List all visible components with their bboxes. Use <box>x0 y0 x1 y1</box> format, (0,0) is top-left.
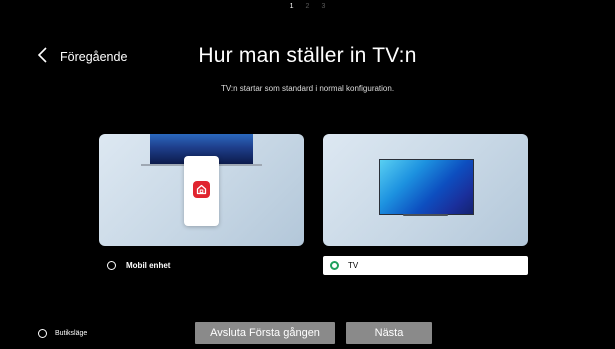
mobile-option-card[interactable] <box>99 134 304 246</box>
mobile-option-label: Mobil enhet <box>126 261 171 270</box>
tv-option-card[interactable] <box>323 134 528 246</box>
mobile-option-radio[interactable]: Mobil enhet <box>99 256 304 275</box>
step-2: 2 <box>305 3 310 10</box>
tv-stand <box>403 214 448 216</box>
step-indicator: 1 2 3 <box>0 3 615 19</box>
next-button[interactable]: Nästa <box>346 322 432 344</box>
radio-selected-icon <box>330 261 339 270</box>
lg-thinq-home-icon <box>193 181 210 198</box>
page-title: Hur man ställer in TV:n <box>198 44 417 67</box>
exit-setup-button[interactable]: Avsluta Första gången <box>195 322 335 344</box>
radio-unselected-icon <box>107 261 116 270</box>
radio-unselected-icon <box>38 328 47 338</box>
tv-option-label: TV <box>348 261 359 270</box>
store-mode-label: Butiksläge <box>55 329 88 337</box>
page-subtitle: TV:n startar som standard i normal konfi… <box>220 84 395 93</box>
phone-illustration <box>184 156 219 226</box>
step-1: 1 <box>289 3 294 10</box>
store-mode-toggle[interactable]: Butiksläge <box>38 326 87 340</box>
tv-option-radio[interactable]: TV <box>323 256 528 275</box>
step-3: 3 <box>321 3 326 10</box>
tv-illustration <box>379 159 474 215</box>
